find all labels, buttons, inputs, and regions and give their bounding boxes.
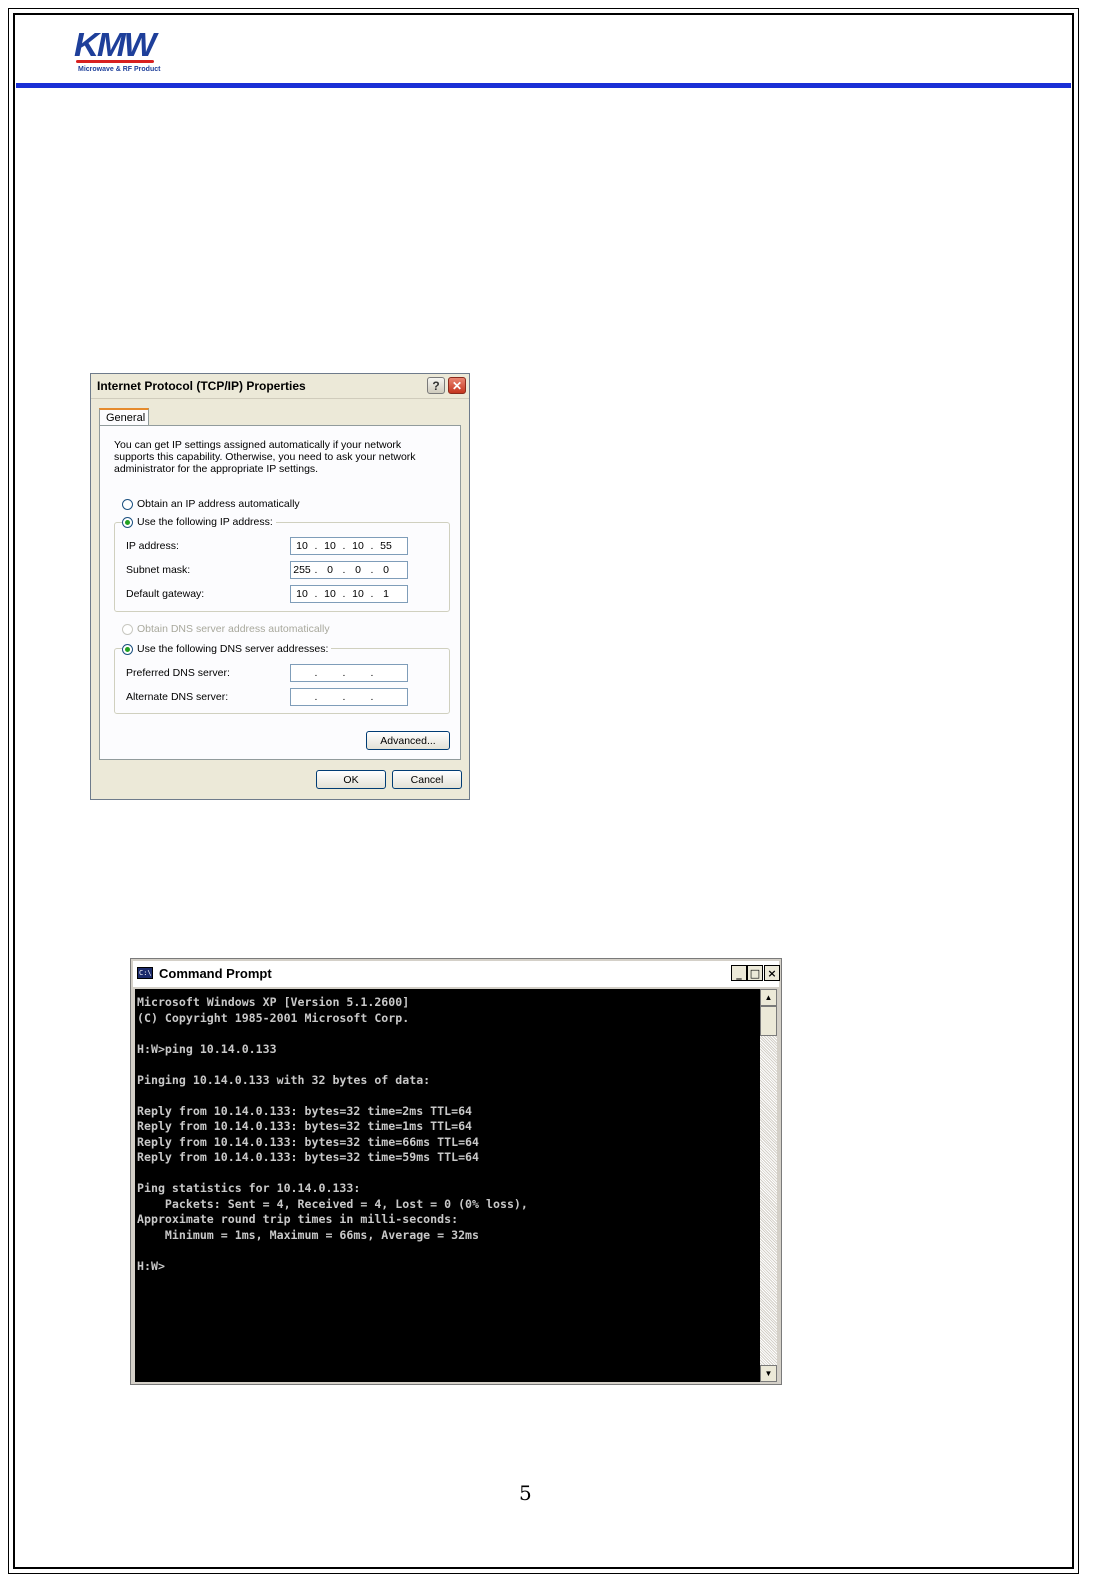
intro-text: You can get IP settings assigned automat… — [114, 439, 416, 475]
preferred-dns-label: Preferred DNS server: — [126, 667, 230, 679]
scroll-thumb[interactable] — [760, 1006, 777, 1036]
minimize-button[interactable]: _ — [731, 965, 747, 981]
radio-disabled-icon — [122, 623, 133, 635]
command-prompt-window: C:\ Command Prompt _ □ × Microsoft Windo… — [130, 958, 782, 1385]
octet: 255 — [293, 564, 311, 576]
octet: 0 — [355, 564, 361, 576]
obtain-dns-auto-radio: Obtain DNS server address automatically — [122, 623, 330, 635]
cmd-titlebar: C:\ Command Prompt _ □ × — [133, 961, 780, 987]
scroll-up-icon[interactable]: ▲ — [760, 989, 777, 1006]
scroll-down-icon[interactable]: ▼ — [760, 1365, 777, 1382]
obtain-ip-auto-radio[interactable]: Obtain an IP address automatically — [122, 498, 300, 510]
cancel-button[interactable]: Cancel — [392, 770, 462, 789]
page-number: 5 — [519, 1481, 532, 1505]
octet: 10 — [296, 588, 308, 600]
close-button[interactable]: ✕ — [448, 377, 466, 394]
tcpip-properties-dialog: Internet Protocol (TCP/IP) Properties ? … — [90, 373, 470, 800]
logo-tagline: Microwave & RF Product — [78, 66, 161, 73]
maximize-button[interactable]: □ — [747, 965, 763, 981]
console-output: Microsoft Windows XP [Version 5.1.2600] … — [137, 995, 528, 1273]
radio-label: Use the following DNS server addresses: — [137, 643, 329, 655]
octet: 0 — [327, 564, 333, 576]
header-rule — [16, 83, 1071, 88]
octet: 10 — [352, 540, 364, 552]
ip-address-field[interactable]: 10. 10. 10. 55 — [290, 537, 408, 555]
logo-text: KMW — [74, 26, 156, 63]
subnet-mask-label: Subnet mask: — [126, 564, 191, 576]
dialog-title: Internet Protocol (TCP/IP) Properties — [97, 379, 306, 393]
octet: 10 — [296, 540, 308, 552]
use-following-dns-radio[interactable]: Use the following DNS server addresses: — [122, 643, 332, 655]
octet: 10 — [324, 540, 336, 552]
ip-address-label: IP address: — [126, 540, 179, 552]
logo-swoosh — [76, 60, 154, 63]
subnet-mask-field[interactable]: 255. 0. 0. 0 — [290, 561, 408, 579]
default-gateway-field[interactable]: 10. 10. 10. 1 — [290, 585, 408, 603]
preferred-dns-field[interactable]: ... — [290, 664, 408, 682]
default-gateway-label: Default gateway: — [126, 588, 205, 600]
tab-general[interactable]: General — [99, 408, 149, 426]
cmd-icon: C:\ — [137, 967, 153, 979]
octet: 10 — [352, 588, 364, 600]
octet: 1 — [383, 588, 389, 600]
radio-circle-icon — [122, 498, 133, 510]
close-button[interactable]: × — [764, 965, 780, 981]
octet: 0 — [383, 564, 389, 576]
octet: 55 — [380, 540, 392, 552]
radio-label: Obtain an IP address automatically — [137, 498, 300, 510]
general-tab-panel: You can get IP settings assigned automat… — [99, 425, 461, 760]
radio-selected-icon — [122, 516, 133, 528]
radio-label: Obtain DNS server address automatically — [137, 623, 330, 635]
radio-label: Use the following IP address: — [137, 516, 273, 528]
console-output-area[interactable]: Microsoft Windows XP [Version 5.1.2600] … — [135, 989, 760, 1382]
ok-button[interactable]: OK — [316, 770, 386, 789]
cmd-title: Command Prompt — [159, 966, 272, 981]
octet: 10 — [324, 588, 336, 600]
alternate-dns-label: Alternate DNS server: — [126, 691, 229, 703]
vertical-scrollbar[interactable]: ▲ ▼ — [760, 989, 777, 1382]
use-following-ip-radio[interactable]: Use the following IP address: — [122, 516, 276, 528]
advanced-button[interactable]: Advanced... — [366, 731, 450, 750]
kmw-logo: KMW Microwave & RF Product — [74, 28, 160, 78]
help-button[interactable]: ? — [427, 377, 445, 394]
alternate-dns-field[interactable]: ... — [290, 688, 408, 706]
radio-selected-icon — [122, 643, 133, 655]
dialog-titlebar: Internet Protocol (TCP/IP) Properties ? … — [91, 374, 469, 399]
